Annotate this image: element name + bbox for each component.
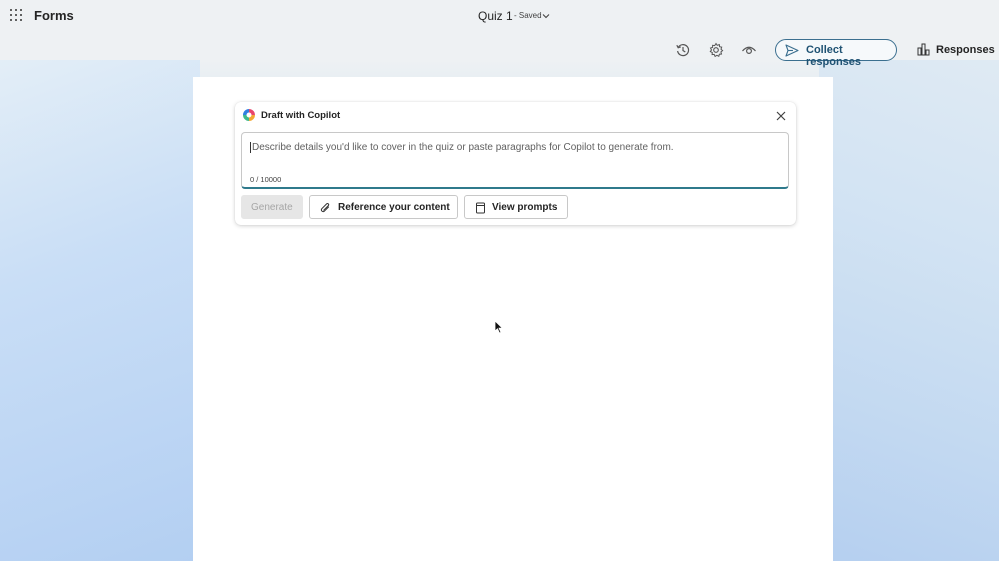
app-name: Forms <box>34 8 74 23</box>
background-right <box>819 60 999 561</box>
copilot-logo-icon <box>242 108 256 122</box>
chevron-down-icon[interactable] <box>541 11 551 21</box>
save-status: - Saved <box>514 11 542 20</box>
bar-chart-icon <box>917 43 930 56</box>
copilot-prompt-input[interactable]: Describe details you'd like to cover in … <box>241 132 789 189</box>
collect-responses-label: Collect responses <box>806 44 862 68</box>
copilot-panel-title: Draft with Copilot <box>261 110 341 121</box>
top-bar: Forms Quiz 1 - Saved <box>0 0 999 34</box>
mouse-pointer-icon <box>494 320 504 334</box>
preview-eye-icon[interactable] <box>741 42 757 58</box>
background-left <box>0 60 200 561</box>
character-count: 0 / 10000 <box>250 175 282 184</box>
reference-content-button[interactable]: Reference your content <box>309 195 458 219</box>
history-icon[interactable] <box>675 42 691 58</box>
view-prompts-label: View prompts <box>492 202 558 213</box>
generate-label: Generate <box>251 202 293 213</box>
send-icon <box>785 44 799 57</box>
reference-content-label: Reference your content <box>338 202 450 213</box>
prompt-book-icon <box>476 202 485 214</box>
settings-gear-icon[interactable] <box>708 42 724 58</box>
document-title[interactable]: Quiz 1 <box>478 9 513 23</box>
close-icon[interactable] <box>775 110 787 122</box>
prompt-placeholder: Describe details you'd like to cover in … <box>250 142 674 153</box>
paperclip-icon <box>320 203 330 213</box>
view-prompts-button[interactable]: View prompts <box>464 195 568 219</box>
collect-responses-button[interactable]: Collect responses <box>775 39 897 68</box>
generate-button[interactable]: Generate <box>241 195 303 219</box>
copilot-draft-panel: Draft with Copilot Describe details you'… <box>235 102 796 225</box>
app-launcher-icon[interactable] <box>10 9 24 23</box>
responses-button[interactable]: Responses <box>916 42 995 60</box>
responses-label: Responses <box>936 44 995 56</box>
